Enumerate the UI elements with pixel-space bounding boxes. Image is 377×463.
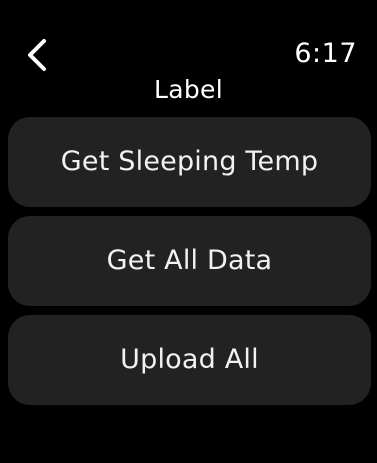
clock-time: 6:17 <box>294 38 357 69</box>
get-sleeping-temp-button[interactable]: Get Sleeping Temp <box>8 117 371 207</box>
get-sleeping-temp-label: Get Sleeping Temp <box>60 146 319 177</box>
page-title: Label <box>154 75 223 104</box>
get-all-data-button[interactable]: Get All Data <box>8 216 371 306</box>
upload-all-button[interactable]: Upload All <box>8 315 371 405</box>
status-bar: 6:17 Label <box>0 0 377 110</box>
back-button[interactable] <box>24 38 52 72</box>
get-all-data-label: Get All Data <box>106 245 273 276</box>
upload-all-label: Upload All <box>120 344 259 375</box>
chevron-left-icon <box>28 39 46 71</box>
